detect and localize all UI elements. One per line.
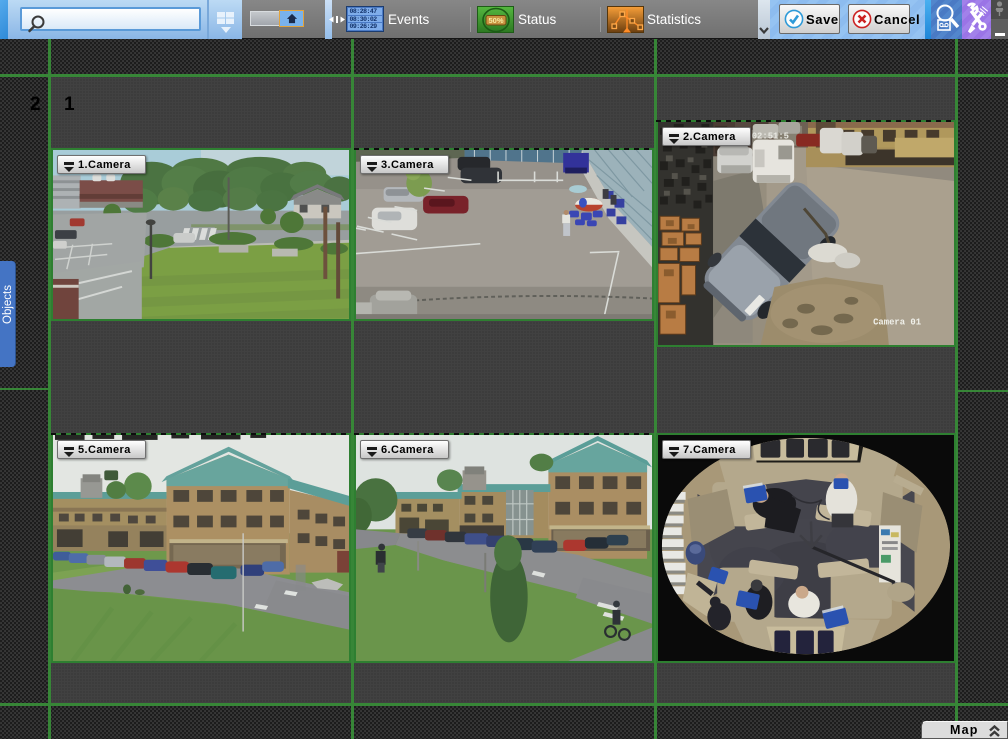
svg-text:02:51:5: 02:51:5 <box>752 132 789 142</box>
svg-text:Camera 01: Camera 01 <box>873 317 921 327</box>
svg-text:50%: 50% <box>488 16 503 25</box>
